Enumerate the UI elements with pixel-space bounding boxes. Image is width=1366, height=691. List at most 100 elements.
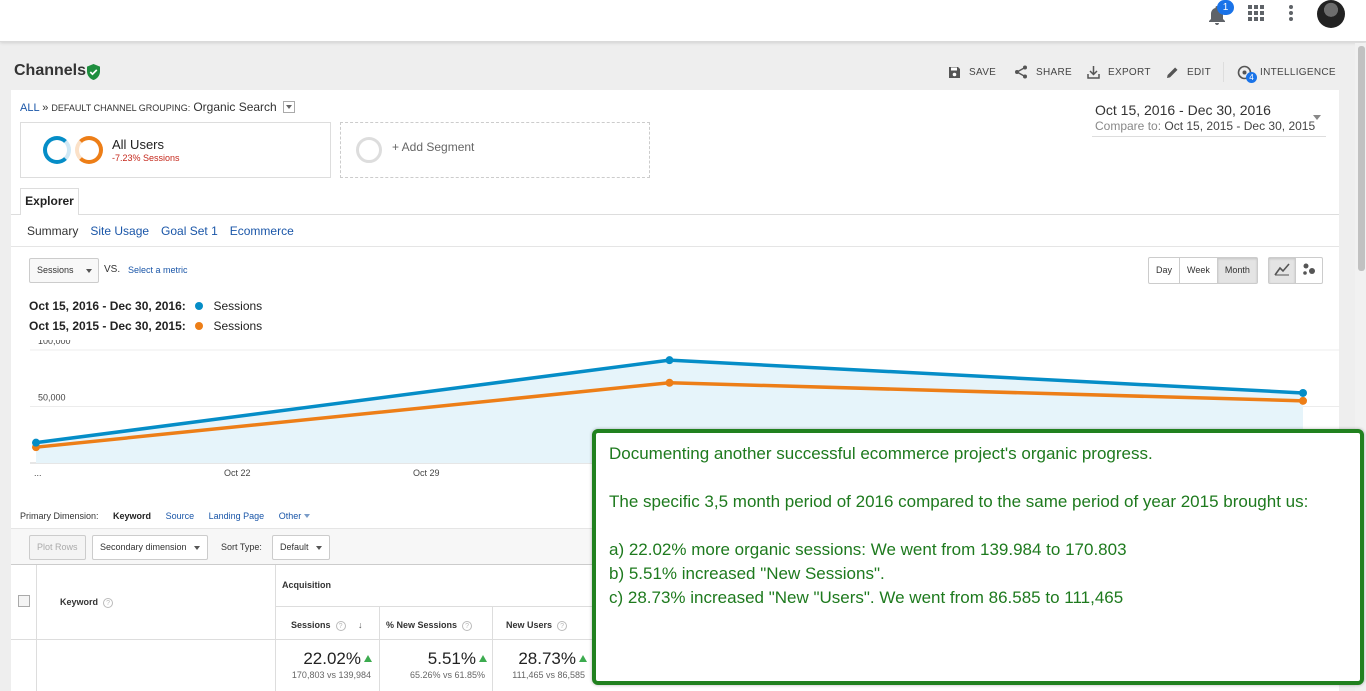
x-tick-label: ...	[34, 468, 42, 478]
up-arrow-icon	[579, 655, 587, 662]
segment-change: -7.23% Sessions	[112, 153, 180, 163]
breadcrumb-separator: »	[42, 102, 49, 114]
share-button[interactable]: SHARE	[1014, 64, 1072, 80]
y-tick-label: 50,000	[38, 393, 66, 403]
line-chart-icon	[1274, 263, 1290, 276]
help-icon[interactable]: ?	[557, 621, 568, 631]
annotation-point-c: c) 28.73% increased "New "Users". We wen…	[609, 588, 1124, 607]
table-divider	[11, 639, 601, 640]
primary-dimension-label: Primary Dimension:	[20, 511, 99, 521]
month-button[interactable]: Month	[1217, 258, 1257, 283]
legend-previous: Oct 15, 2015 - Dec 30, 2015: Sessions	[29, 319, 262, 333]
annotation-line-2: The specific 3,5 month period of 2016 co…	[609, 492, 1309, 511]
dimension-landing-page[interactable]: Landing Page	[209, 511, 265, 521]
legend-previous-dot	[195, 322, 204, 330]
save-label: SAVE	[969, 66, 997, 78]
export-label: EXPORT	[1108, 66, 1151, 78]
data-point	[1299, 396, 1307, 405]
new-sessions-column-header[interactable]: % New Sessions?	[386, 620, 473, 631]
plot-rows-button[interactable]: Plot Rows	[29, 535, 86, 560]
more-options-icon[interactable]	[1289, 5, 1293, 21]
new-users-compare: 111,465 vs 86,585	[512, 670, 585, 680]
metric-select[interactable]: Sessions	[29, 258, 99, 283]
legend-previous-series: Sessions	[213, 319, 263, 333]
table-divider	[36, 565, 37, 691]
sessions-column-header[interactable]: Sessions? ↓	[291, 620, 363, 631]
breadcrumb-all-link[interactable]: ALL	[20, 102, 39, 114]
compare-label: Compare to:	[1095, 119, 1162, 133]
subtab-summary[interactable]: Summary	[27, 224, 78, 238]
add-segment-ring-icon	[356, 137, 382, 163]
new-users-total-change: 28.73%	[496, 649, 587, 669]
export-button[interactable]: EXPORT	[1087, 64, 1151, 80]
data-point	[665, 356, 674, 365]
dimension-source[interactable]: Source	[166, 511, 195, 521]
legend-current-series: Sessions	[213, 299, 263, 313]
sort-type-label: Sort Type:	[221, 542, 262, 552]
acquisition-group-header: Acquisition	[282, 580, 331, 590]
week-button[interactable]: Week	[1180, 258, 1218, 283]
line-chart-button[interactable]	[1269, 258, 1296, 283]
table-divider	[379, 607, 380, 691]
primary-dimension-bar: Primary Dimension: Keyword Source Landin…	[20, 511, 322, 521]
edit-button[interactable]: EDIT	[1166, 64, 1211, 80]
save-button[interactable]: SAVE	[948, 64, 996, 80]
notification-count-badge: 1	[1217, 0, 1234, 15]
user-avatar[interactable]	[1317, 0, 1345, 28]
subtab-goal-set-1[interactable]: Goal Set 1	[161, 224, 218, 238]
help-icon[interactable]: ?	[103, 598, 114, 608]
chevron-down-icon	[1313, 115, 1321, 120]
motion-chart-button[interactable]	[1296, 258, 1322, 283]
motion-chart-icon	[1303, 263, 1315, 275]
segment-name: All Users	[112, 137, 165, 152]
annotation-line-1: Documenting another successful ecommerce…	[609, 444, 1153, 463]
save-icon	[949, 66, 960, 78]
subtab-ecommerce[interactable]: Ecommerce	[230, 224, 294, 238]
date-range-main: Oct 15, 2016 - Dec 30, 2016	[1095, 102, 1271, 118]
secondary-dimension-select[interactable]: Secondary dimension	[92, 535, 208, 560]
subtab-site-usage[interactable]: Site Usage	[90, 224, 149, 238]
help-icon[interactable]: ?	[335, 621, 346, 631]
sort-type-select[interactable]: Default	[272, 535, 330, 560]
add-segment-button[interactable]: + Add Segment	[340, 122, 650, 178]
new-users-header-label: New Users	[506, 620, 553, 630]
new-sessions-header-label: % New Sessions	[386, 620, 458, 630]
select-metric-link[interactable]: Select a metric	[128, 265, 188, 275]
vs-label: VS.	[104, 264, 121, 275]
tab-divider	[11, 214, 1339, 215]
apps-grid-icon[interactable]	[1248, 5, 1264, 21]
new-sessions-change-value: 5.51%	[427, 649, 476, 668]
segment-donut-compare-icon	[75, 136, 103, 164]
dimension-other[interactable]: Other	[279, 511, 311, 521]
compare-range: Oct 15, 2015 - Dec 30, 2015	[1164, 119, 1316, 133]
sessions-total-change: 22.02%	[280, 649, 372, 669]
breadcrumb-grouping: DEFAULT CHANNEL GROUPING:	[51, 103, 191, 113]
legend-current-dot	[195, 302, 204, 310]
breadcrumb: ALL » DEFAULT CHANNEL GROUPING: Organic …	[20, 100, 295, 114]
page-scrollbar-thumb[interactable]	[1358, 46, 1365, 271]
legend-current: Oct 15, 2016 - Dec 30, 2016: Sessions	[29, 299, 262, 313]
date-range-picker[interactable]: Oct 15, 2016 - Dec 30, 2016 Compare to: …	[1092, 101, 1326, 137]
segment-all-users[interactable]: All Users -7.23% Sessions	[20, 122, 331, 178]
new-sessions-compare: 65.26% vs 61.85%	[409, 670, 485, 680]
grouping-dropdown-icon[interactable]	[282, 101, 295, 114]
legend-previous-range: Oct 15, 2015 - Dec 30, 2015:	[29, 319, 186, 333]
dimension-keyword[interactable]: Keyword	[113, 511, 151, 521]
new-users-column-header[interactable]: New Users?	[506, 620, 568, 631]
toolbar-divider	[1223, 62, 1224, 82]
annotation-point-a: a) 22.02% more organic sessions: We went…	[609, 540, 1127, 559]
select-all-checkbox[interactable]	[18, 595, 30, 607]
y-tick-label: 100,000	[38, 340, 71, 346]
legend-current-range: Oct 15, 2016 - Dec 30, 2016:	[29, 299, 186, 313]
data-point	[32, 438, 40, 447]
keyword-column-header[interactable]: Keyword?	[60, 597, 114, 608]
tab-explorer[interactable]: Explorer	[20, 188, 79, 215]
help-icon[interactable]: ?	[462, 621, 473, 631]
day-button[interactable]: Day	[1149, 258, 1181, 283]
chart-type-buttons	[1268, 257, 1323, 284]
annotation-point-b: b) 5.51% increased "New Sessions".	[609, 564, 885, 583]
export-icon	[1087, 66, 1100, 79]
granularity-buttons: Day Week Month	[1148, 257, 1258, 284]
intelligence-count-badge: 4	[1246, 72, 1257, 83]
up-arrow-icon	[479, 655, 487, 662]
